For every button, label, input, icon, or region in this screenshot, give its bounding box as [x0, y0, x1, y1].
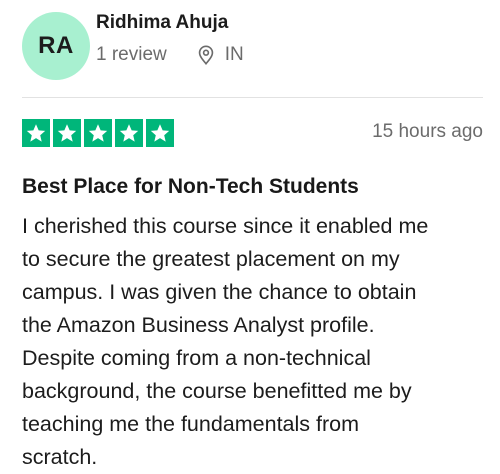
review-body-line: scratch. [22, 445, 98, 469]
reviewer-meta: 1 review IN [96, 44, 244, 66]
review-title[interactable]: Best Place for Non-Tech Students [22, 175, 359, 199]
review-body-line: background, the course benefitted me by [22, 379, 412, 403]
location-pin-icon [195, 44, 217, 66]
star-icon [53, 119, 81, 147]
review-body-line: the Amazon Business Analyst profile. [22, 313, 375, 337]
star-icon [146, 119, 174, 147]
review-body: I cherished this course since it enabled… [22, 210, 492, 474]
reviewer-country: IN [224, 44, 244, 65]
review-card: RA Ridhima Ahuja 1 review IN 15 hours ag… [0, 0, 500, 473]
review-body-line: Despite coming from a non-technical [22, 346, 371, 370]
reviewer-name[interactable]: Ridhima Ahuja [96, 12, 228, 34]
divider [22, 97, 483, 98]
star-rating [22, 119, 177, 147]
review-body-line: I cherished this course since it enabled… [22, 214, 429, 238]
star-icon [84, 119, 112, 147]
rating-row: 15 hours ago [22, 119, 483, 147]
review-body-line: teaching me the fundamentals from [22, 412, 360, 436]
review-timestamp: 15 hours ago [372, 121, 483, 142]
star-icon [115, 119, 143, 147]
star-icon [22, 119, 50, 147]
review-body-line: to secure the greatest placement on my [22, 247, 400, 271]
review-count: 1 review [96, 44, 167, 65]
avatar-initials: RA [38, 32, 74, 59]
reviewer-header: RA Ridhima Ahuja 1 review IN [22, 8, 482, 80]
avatar[interactable]: RA [22, 12, 90, 80]
review-body-line: campus. I was given the chance to obtain [22, 280, 417, 304]
